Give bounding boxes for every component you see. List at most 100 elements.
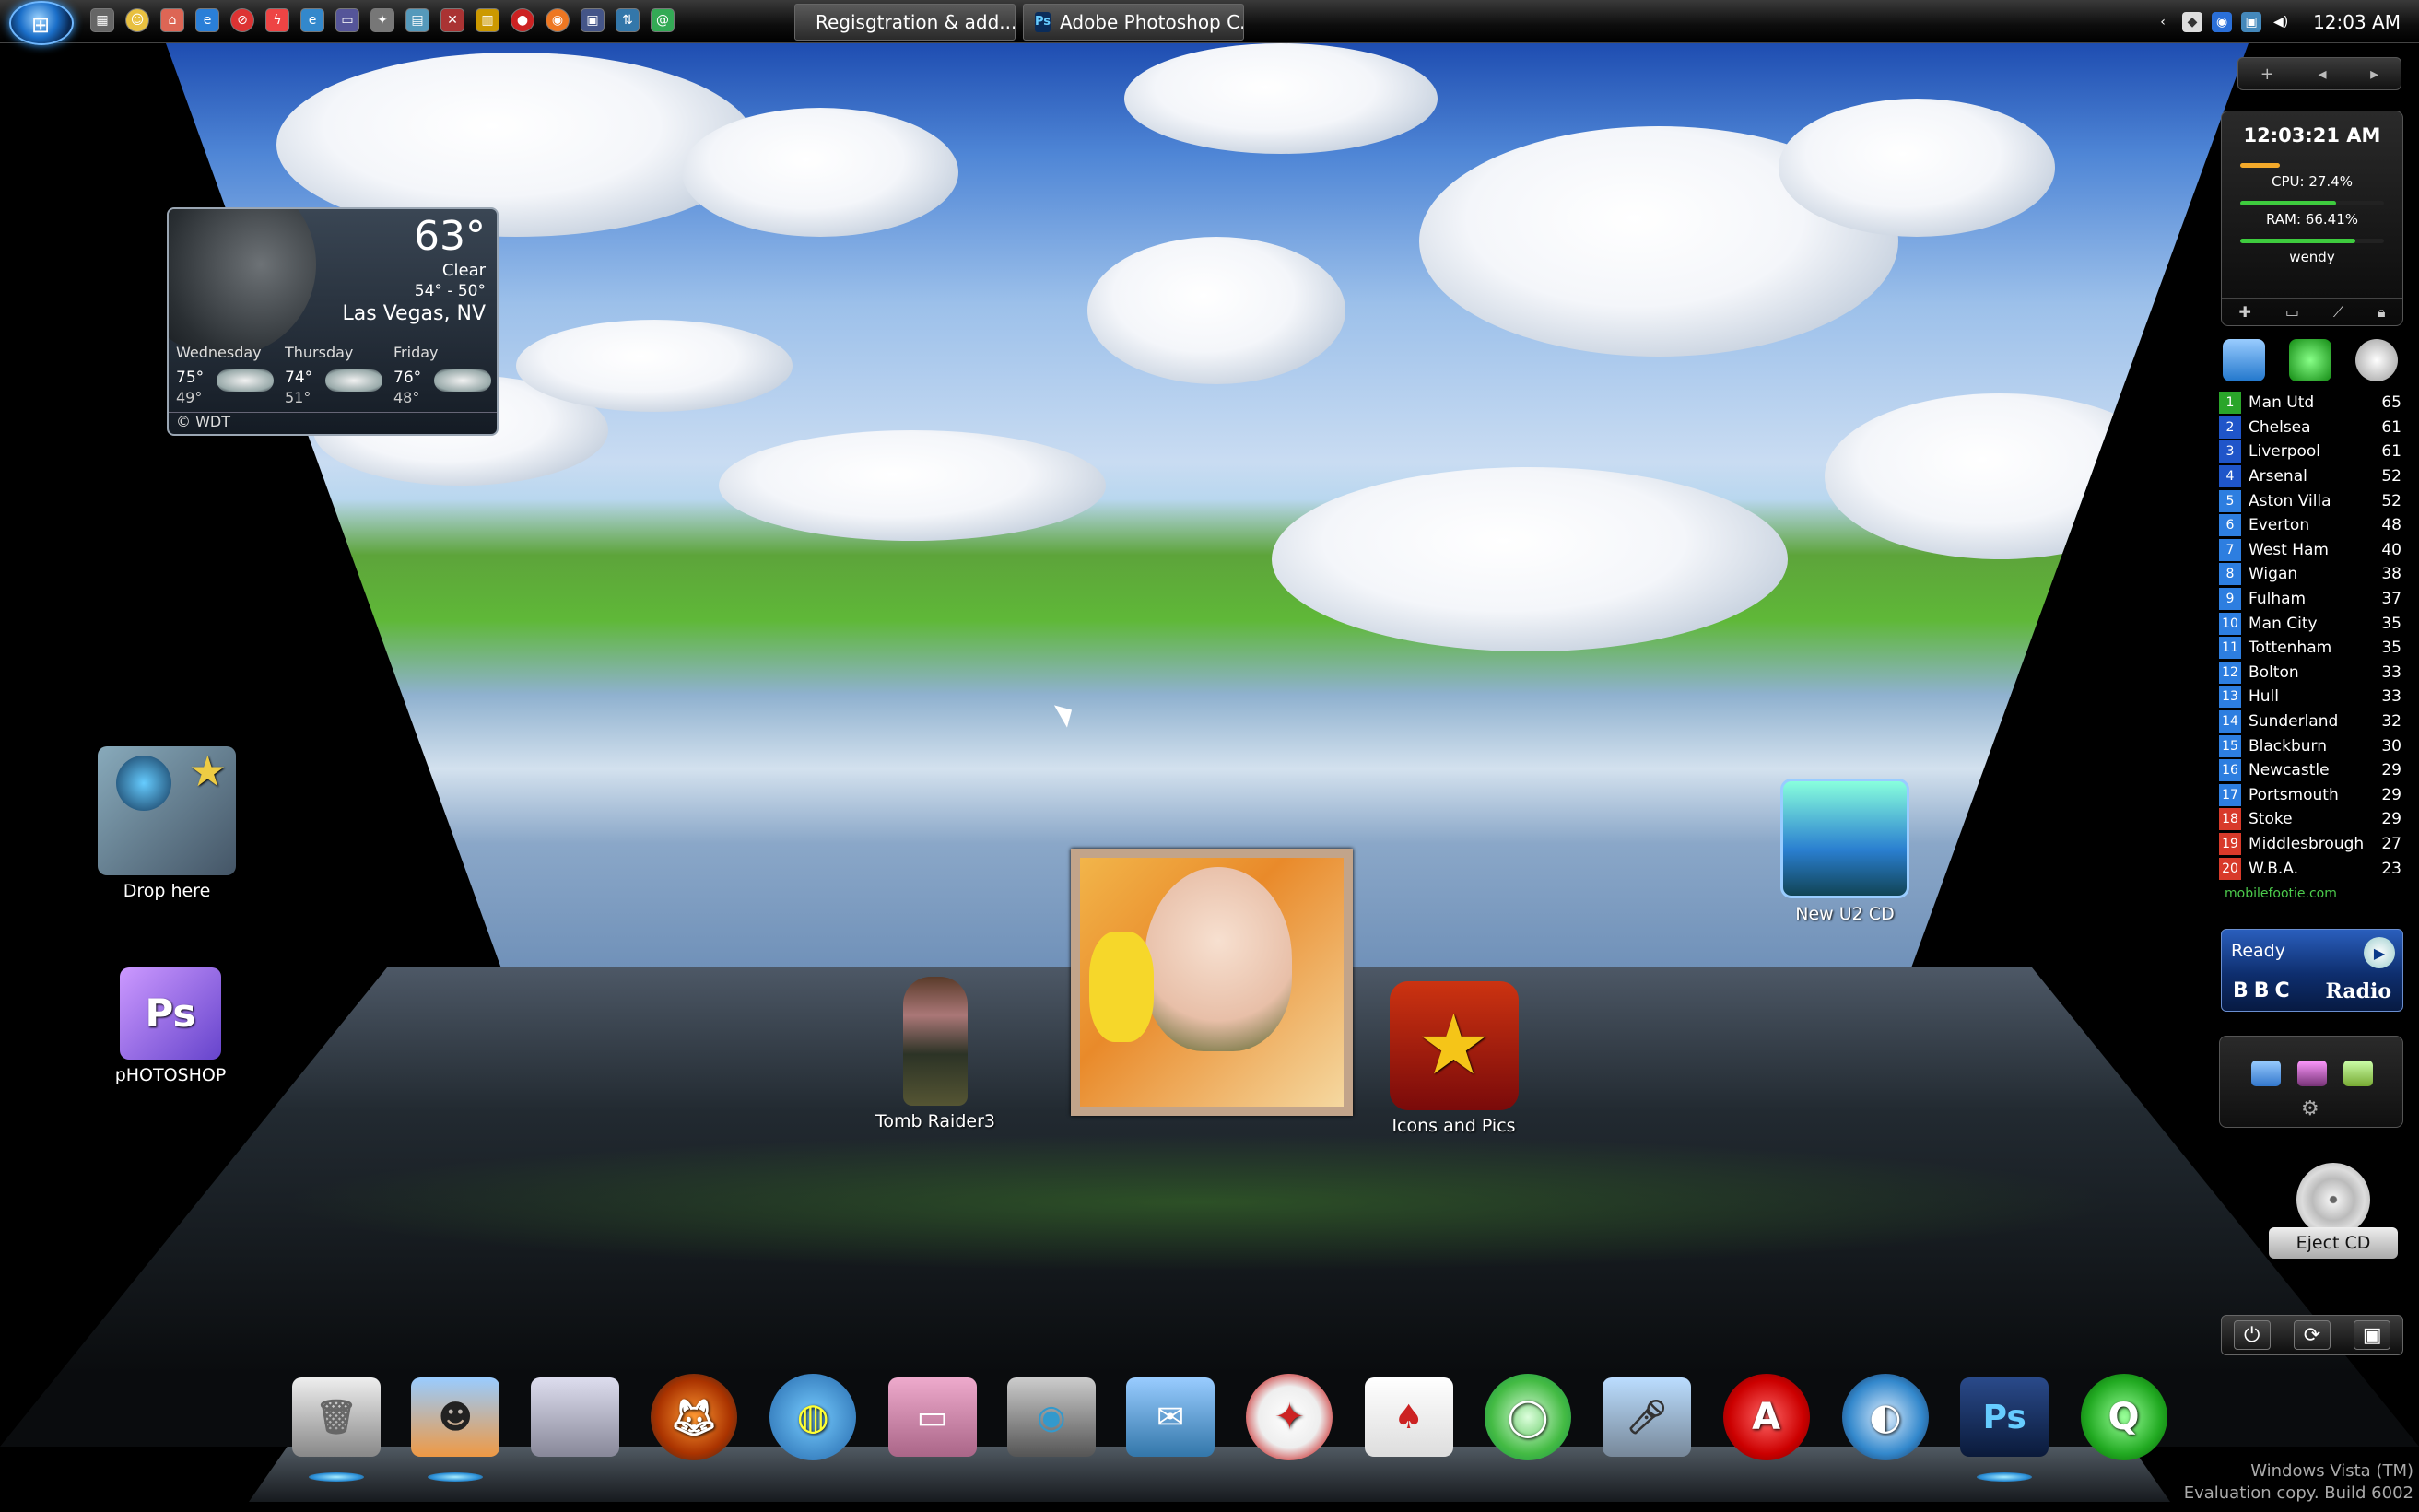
tray-expand-icon[interactable]: ‹ [2153, 12, 2173, 32]
league-points: 35 [2381, 639, 2401, 658]
lock-icon[interactable]: ▣ [2354, 1320, 2391, 1350]
tomb-raider-icon[interactable]: Tomb Raider3 [866, 977, 1004, 1131]
league-team: Stoke [2249, 810, 2293, 829]
media-gadget[interactable]: ⚙ [2219, 1036, 2403, 1128]
cards-icon[interactable]: ♠ [1363, 1371, 1455, 1463]
system-monitor-gadget[interactable]: 12:03:21 AM CPU: 27.4% RAM: 66.41% wendy… [2221, 111, 2403, 326]
photo-icon[interactable] [2297, 1061, 2327, 1086]
gear-icon[interactable]: ⚙ [2301, 1097, 2319, 1120]
new-u2-cd-icon[interactable]: New U2 CD [1771, 779, 1919, 924]
task-photoshop[interactable]: Ps Adobe Photoshop C... [1023, 4, 1244, 41]
league-points: 29 [2381, 810, 2401, 829]
quicktime-icon[interactable]: Q [2078, 1371, 2170, 1463]
refresh-icon[interactable] [2289, 339, 2331, 381]
ql-monitor-icon[interactable]: ▭ [335, 8, 359, 32]
eject-cd-button[interactable]: Eject CD [2269, 1227, 2398, 1259]
weather-city: Las Vegas, NV [342, 302, 486, 325]
red-a-icon[interactable]: A [1720, 1371, 1813, 1463]
microphone-icon-glyph: 🎤︎ [1603, 1377, 1692, 1457]
league-row: 5 Aston Villa 52 [2219, 488, 2401, 513]
lock-icon[interactable]: 🔒︎ [2378, 303, 2386, 322]
ql-chart-icon[interactable]: ▥ [476, 8, 499, 32]
league-team: Man Utd [2249, 393, 2315, 413]
ql-record-icon[interactable]: ● [511, 8, 534, 32]
ql-network-icon[interactable]: ⇅ [616, 8, 640, 32]
ql-window-icon[interactable]: ▤ [405, 8, 429, 32]
tray-clock[interactable]: 12:03 AM [2313, 11, 2401, 33]
league-table-gadget[interactable]: 1 Man Utd 65 2 Chelsea 61 3 Liverpool 61 4 Arsenal… [2219, 339, 2401, 901]
ql-ie-icon[interactable]: e [195, 8, 219, 32]
league-pos: 13 [2219, 686, 2241, 709]
finder-icon[interactable]: ☻ [409, 1371, 501, 1463]
ql-firefox-icon[interactable]: ◉ [546, 8, 570, 32]
ql-close-icon[interactable]: ✕ [440, 8, 464, 32]
next-icon[interactable]: ▸ [2370, 64, 2378, 84]
bbc-radio-gadget[interactable]: Ready ▶ BBC Radio [2221, 929, 2403, 1012]
ql-show-desktop-icon[interactable]: ▦ [90, 8, 114, 32]
eye-camera-icon[interactable]: ◉ [1005, 1371, 1098, 1463]
eject-cd-gadget[interactable]: Eject CD [2269, 1163, 2398, 1259]
radio-status: Ready [2231, 941, 2285, 961]
league-row: 9 Fulham 37 [2219, 587, 2401, 612]
league-team: Liverpool [2249, 442, 2321, 462]
plus-icon[interactable]: ✚ [2238, 303, 2250, 321]
stamp-icon[interactable]: ✉ [1124, 1371, 1216, 1463]
add-gadget-icon[interactable]: + [2260, 64, 2274, 84]
tray-app-icon[interactable]: ◉ [2212, 11, 2233, 32]
power-icon[interactable]: ⏻ [2233, 1320, 2271, 1350]
microphone-icon[interactable]: 🎤︎ [1601, 1371, 1693, 1463]
simpsons-globe-icon[interactable]: ◍ [767, 1371, 859, 1463]
network-icon[interactable]: ▣ [2241, 11, 2262, 32]
league-points: 35 [2381, 614, 2401, 633]
start-button[interactable]: ⊞ [9, 1, 74, 45]
league-pos: 11 [2219, 637, 2241, 660]
ql-block-icon[interactable]: ⊘ [230, 8, 254, 32]
weather-gadget[interactable]: 63° Clear 54° - 50° Las Vegas, NV Wednes… [167, 207, 499, 436]
league-row: 3 Liverpool 61 [2219, 440, 2401, 464]
photoshop-desktop-icon[interactable]: Ps pHOTOSHOP [101, 967, 240, 1085]
image-folder-icon[interactable] [2343, 1061, 2373, 1086]
flame-app-icon[interactable]: ✦ [1243, 1371, 1335, 1463]
league-credit[interactable]: mobilefootie.com [2219, 886, 2401, 901]
league-team: Chelsea [2249, 417, 2311, 437]
league-team: Sunderland [2249, 712, 2339, 732]
user-picture-frame[interactable] [1071, 849, 1353, 1116]
photoshop-dock-icon[interactable]: Ps [1958, 1371, 2050, 1463]
league-team: Fulham [2249, 590, 2307, 609]
ql-green-icon[interactable]: @ [651, 8, 675, 32]
ql-home-icon[interactable]: ⌂ [160, 8, 184, 32]
power-gadget: ⏻ ⟳ ▣ [2221, 1315, 2403, 1355]
volume-icon[interactable]: ◀) [2271, 12, 2291, 32]
tool-icon[interactable]: ⟋ [2333, 303, 2343, 322]
icons-and-pics-icon[interactable]: ★ Icons and Pics [1373, 981, 1534, 1136]
league-points: 32 [2381, 712, 2401, 732]
restart-icon[interactable]: ⟳ [2293, 1320, 2331, 1350]
play-icon[interactable]: ▶ [2364, 937, 2395, 968]
folder-icon[interactable] [2223, 339, 2265, 381]
league-team: Portsmouth [2249, 785, 2339, 804]
chat-bubble-icon[interactable]: ◯ [1482, 1371, 1574, 1463]
mac-monitor-icon[interactable] [529, 1371, 621, 1463]
firefox-icon[interactable]: 🦊︎ [648, 1371, 740, 1463]
blue-globe-icon[interactable]: ◐ [1839, 1371, 1932, 1463]
briefcase-icon [1780, 779, 1909, 898]
display-icon[interactable]: ▭ [2285, 303, 2299, 321]
shield-icon[interactable]: ◆ [2182, 11, 2203, 32]
prev-icon[interactable]: ◂ [2318, 64, 2326, 84]
weather-credit[interactable]: © WDT [169, 412, 497, 434]
ql-tools-icon[interactable]: ✦ [370, 8, 394, 32]
sysmon-time: 12:03:21 AM [2243, 124, 2381, 147]
photoshop-icon: Ps [1035, 12, 1051, 32]
ql-ie2-icon[interactable]: e [300, 8, 324, 32]
drop-here-icon[interactable]: ★ Drop here [88, 746, 245, 901]
ql-messenger-icon[interactable]: ☺ [125, 8, 149, 32]
task-registration[interactable]: Regisgtration & add... [794, 4, 1016, 41]
ql-display-icon[interactable]: ▣ [581, 8, 605, 32]
ql-flame-icon[interactable]: ϟ [265, 8, 289, 32]
camera-icon[interactable] [2251, 1061, 2281, 1086]
lara-figure-icon [903, 977, 968, 1106]
trash-icon[interactable]: 🗑︎ [290, 1371, 382, 1463]
football-icon[interactable] [2355, 339, 2398, 381]
wallet-icon[interactable]: ▭ [887, 1371, 979, 1463]
league-points: 37 [2381, 590, 2401, 609]
